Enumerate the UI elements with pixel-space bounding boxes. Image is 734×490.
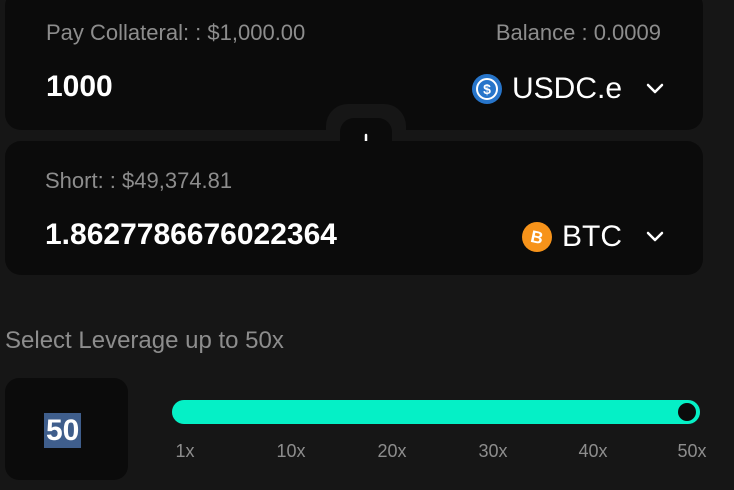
leverage-tick-1x: 1x xyxy=(175,441,195,461)
svg-text:B: B xyxy=(529,227,545,248)
svg-text:$: $ xyxy=(483,81,491,97)
pay-collateral-label: Pay Collateral: : $1,000.00 xyxy=(46,20,306,45)
leverage-slider-fill xyxy=(172,400,700,424)
usdc-icon: $ xyxy=(472,74,502,104)
chevron-down-icon xyxy=(646,231,664,242)
bitcoin-icon: B xyxy=(522,222,552,252)
leverage-tick-20x: 20x xyxy=(377,441,407,461)
short-token-label: BTC xyxy=(562,220,622,253)
leverage-tick-50x: 50x xyxy=(677,441,707,461)
leverage-tick-30x: 30x xyxy=(478,441,508,461)
chevron-down-icon xyxy=(646,83,664,94)
leverage-slider-thumb[interactable] xyxy=(678,403,696,421)
leverage-slider[interactable] xyxy=(172,400,700,424)
short-token-select[interactable]: B BTC xyxy=(522,220,666,254)
short-amount-input[interactable]: 1.8627786676022364 xyxy=(45,218,337,252)
pay-token-select[interactable]: $ USDC.e xyxy=(472,72,666,106)
pay-token-label: USDC.e xyxy=(512,72,623,105)
leverage-input[interactable]: 50 xyxy=(44,413,82,448)
leverage-label: Select Leverage up to 50x xyxy=(5,327,284,354)
leverage-tick-40x: 40x xyxy=(578,441,608,461)
short-card xyxy=(5,141,703,275)
leverage-tick-10x: 10x xyxy=(276,441,306,461)
pay-amount-input[interactable]: 1000 xyxy=(46,70,113,104)
balance-text: Balance : 0.0009 xyxy=(495,20,661,45)
short-label: Short: : $49,374.81 xyxy=(45,168,233,193)
